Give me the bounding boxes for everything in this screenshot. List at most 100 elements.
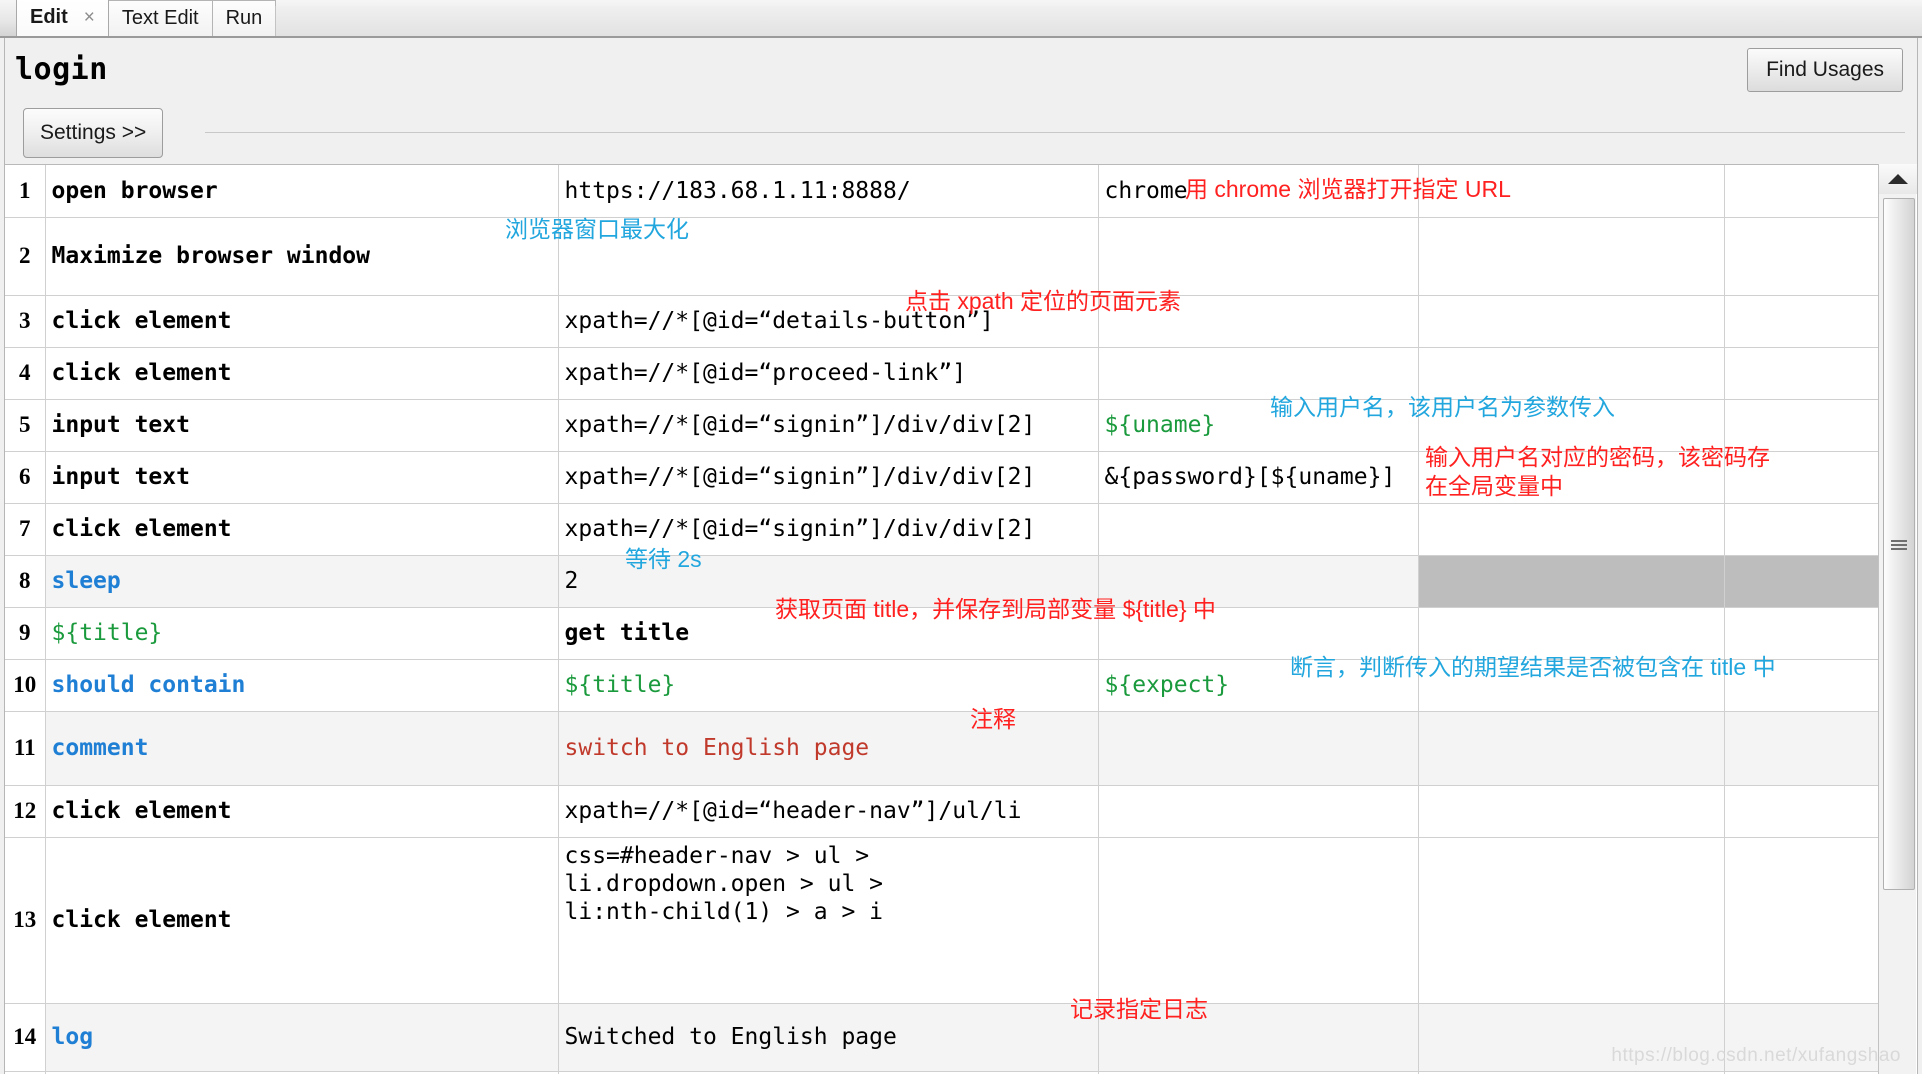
table-row[interactable]: 4 click element xpath=//*[@id=“proceed-lin… [5, 347, 1880, 400]
table-row[interactable]: 3 click element xpath=//*[@id=“details-but… [5, 295, 1880, 348]
cell-keyword[interactable]: click element [45, 503, 559, 556]
cell-arg3[interactable] [1418, 295, 1725, 348]
cell-arg4[interactable] [1724, 217, 1880, 296]
cell-arg1[interactable]: switch to English page [558, 711, 1099, 786]
cell-arg2[interactable]: chrome [1098, 165, 1419, 218]
cell-keyword[interactable]: click element [45, 837, 559, 1004]
cell-arg2[interactable] [1098, 711, 1419, 786]
cell-keyword[interactable]: click element [45, 295, 559, 348]
cell-arg4[interactable] [1724, 503, 1880, 556]
cell-keyword[interactable]: Maximize browser window [45, 217, 559, 296]
cell-keyword[interactable]: input text [45, 399, 559, 452]
cell-arg3[interactable] [1418, 165, 1725, 218]
cell-arg1[interactable] [558, 217, 1099, 296]
cell-arg4[interactable] [1724, 347, 1880, 400]
close-icon[interactable]: × [84, 7, 95, 29]
cell-arg3[interactable] [1418, 711, 1725, 786]
cell-arg3[interactable] [1418, 659, 1725, 712]
cell-arg1[interactable]: 2 [558, 555, 1099, 608]
cell-arg1[interactable]: get title [558, 607, 1099, 660]
cell-arg3[interactable] [1418, 555, 1725, 608]
table-row[interactable]: 14 log Switched to English page [5, 1003, 1880, 1072]
cell-arg1[interactable]: https://183.68.1.11:8888/ [558, 165, 1099, 218]
cell-arg2[interactable] [1098, 785, 1419, 838]
cell-arg2[interactable] [1098, 295, 1419, 348]
cell-arg4[interactable] [1724, 451, 1880, 504]
cell-arg4[interactable] [1724, 165, 1880, 218]
table-row[interactable]: 7 click element xpath=//*[@id=“signin”]/di… [5, 503, 1880, 556]
cell-arg3[interactable] [1418, 399, 1725, 452]
cell-arg2[interactable] [1098, 837, 1419, 1004]
scrollbar-thumb[interactable] [1883, 198, 1915, 890]
table-row[interactable]: 6 input text xpath=//*[@id=“signin”]/div/d… [5, 451, 1880, 504]
cell-arg1-text: Switched to English page [564, 1023, 897, 1050]
cell-keyword[interactable]: input text [45, 451, 559, 504]
keyword-grid[interactable]: 1 open browser https://183.68.1.11:8888/ch… [5, 164, 1917, 1074]
cell-arg3[interactable] [1418, 217, 1725, 296]
cell-keyword-text: click element [51, 515, 232, 542]
table-row[interactable]: 5 input text xpath=//*[@id=“signin”]/div/d… [5, 399, 1880, 452]
cell-arg1-text: xpath=//*[@id=“proceed-link”] [564, 359, 967, 386]
cell-arg4[interactable] [1724, 399, 1880, 452]
cell-arg1[interactable]: xpath=//*[@id=“details-button”] [558, 295, 1099, 348]
cell-arg3[interactable] [1418, 503, 1725, 556]
cell-arg1[interactable]: xpath=//*[@id=“proceed-link”] [558, 347, 1099, 400]
tab-run[interactable]: Run [211, 0, 277, 36]
cell-keyword[interactable]: open browser [45, 165, 559, 218]
cell-keyword-text: comment [51, 734, 149, 761]
cell-keyword-text: open browser [51, 177, 218, 204]
cell-keyword[interactable]: comment [45, 711, 559, 786]
table-row[interactable]: 12 click element xpath=//*[@id=“header-nav… [5, 785, 1880, 838]
table-row[interactable]: 1 open browser https://183.68.1.11:8888/ch… [5, 165, 1880, 218]
table-row[interactable]: 9 ${title} get title [5, 607, 1880, 660]
cell-keyword[interactable]: click element [45, 785, 559, 838]
cell-keyword-text: click element [51, 307, 232, 334]
table-row[interactable]: 10 should contain ${title} ${expect} [5, 659, 1880, 712]
row-number: 3 [5, 295, 46, 348]
cell-arg4[interactable] [1724, 711, 1880, 786]
cell-arg1[interactable]: css=#header-nav > ul > li.dropdown.open … [558, 837, 1099, 1004]
cell-keyword[interactable]: ${title} [45, 607, 559, 660]
cell-arg1[interactable]: xpath=//*[@id=“signin”]/div/div[2] [558, 451, 1099, 504]
cell-arg3[interactable] [1418, 785, 1725, 838]
cell-arg1[interactable]: xpath=//*[@id=“signin”]/div/div[2] [558, 503, 1099, 556]
tab-edit[interactable]: Edit × [16, 0, 109, 36]
cell-arg2[interactable]: ${uname} [1098, 399, 1419, 452]
cell-arg2[interactable] [1098, 217, 1419, 296]
cell-arg4[interactable] [1724, 295, 1880, 348]
table-row[interactable]: 11 comment switch to English page [5, 711, 1880, 786]
tab-text-edit[interactable]: Text Edit [107, 0, 213, 36]
find-usages-button[interactable]: Find Usages [1747, 48, 1903, 92]
cell-arg1[interactable]: xpath=//*[@id=“header-nav”]/ul/li [558, 785, 1099, 838]
vertical-scrollbar[interactable] [1878, 164, 1917, 1074]
cell-arg4[interactable] [1724, 555, 1880, 608]
cell-arg3[interactable] [1418, 607, 1725, 660]
cell-keyword[interactable]: sleep [45, 555, 559, 608]
cell-arg2[interactable] [1098, 607, 1419, 660]
cell-arg3[interactable] [1418, 347, 1725, 400]
cell-keyword[interactable]: log [45, 1003, 559, 1072]
table-row[interactable]: 13 click element css=#header-nav > ul > li… [5, 837, 1880, 1004]
cell-arg1[interactable]: Switched to English page [558, 1003, 1099, 1072]
settings-toggle-button[interactable]: Settings >> [23, 108, 164, 158]
cell-arg4[interactable] [1724, 837, 1880, 1004]
cell-arg2[interactable] [1098, 503, 1419, 556]
cell-arg2[interactable]: &{password}[${uname}] [1098, 451, 1419, 504]
cell-arg2[interactable] [1098, 347, 1419, 400]
table-row[interactable]: 8 sleep 2 [5, 555, 1880, 608]
cell-arg1[interactable]: ${title} [558, 659, 1099, 712]
cell-keyword[interactable]: should contain [45, 659, 559, 712]
cell-arg3[interactable] [1418, 837, 1725, 1004]
cell-keyword[interactable]: click element [45, 347, 559, 400]
cell-arg2[interactable] [1098, 1003, 1419, 1072]
scroll-up-button[interactable] [1879, 164, 1917, 194]
row-number: 10 [5, 659, 46, 712]
cell-arg1[interactable]: xpath=//*[@id=“signin”]/div/div[2] [558, 399, 1099, 452]
cell-arg2[interactable]: ${expect} [1098, 659, 1419, 712]
table-row[interactable]: 2 Maximize browser window [5, 217, 1880, 296]
cell-arg4[interactable] [1724, 607, 1880, 660]
cell-arg3[interactable] [1418, 451, 1725, 504]
cell-arg4[interactable] [1724, 659, 1880, 712]
cell-arg2[interactable] [1098, 555, 1419, 608]
cell-arg4[interactable] [1724, 785, 1880, 838]
